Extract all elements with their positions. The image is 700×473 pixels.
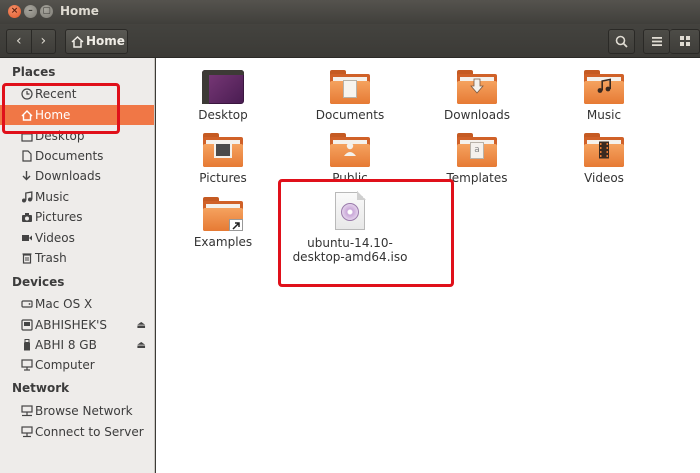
sidebar-item-label: Trash bbox=[35, 251, 67, 265]
public-folder-icon bbox=[330, 133, 370, 167]
toolbar: ‹ › Home bbox=[0, 24, 700, 58]
file-label: Examples bbox=[193, 235, 253, 249]
file-item-documents[interactable]: Documents bbox=[295, 70, 405, 122]
window-title: Home bbox=[60, 4, 99, 18]
desktop-folder-icon bbox=[202, 70, 244, 104]
file-label: Documents bbox=[315, 108, 385, 122]
sidebar-item-label: Pictures bbox=[35, 210, 83, 224]
maximize-icon[interactable]: ▢ bbox=[40, 5, 53, 18]
home-icon bbox=[71, 35, 84, 48]
sidebar-item-downloads[interactable]: Downloads bbox=[0, 166, 154, 186]
sidebar-item-videos[interactable]: Videos bbox=[0, 228, 154, 248]
grid-view-icon bbox=[679, 36, 690, 46]
usb-icon bbox=[20, 339, 33, 352]
computer-icon bbox=[20, 359, 33, 372]
downloads-folder-icon bbox=[457, 70, 497, 104]
file-label: Desktop bbox=[198, 108, 248, 122]
close-icon[interactable]: × bbox=[8, 5, 21, 18]
sidebar-item-computer[interactable]: Computer bbox=[0, 355, 154, 375]
file-item-videos[interactable]: Videos bbox=[549, 133, 659, 185]
trash-icon bbox=[20, 252, 33, 265]
search-icon bbox=[615, 35, 628, 48]
file-item-desktop[interactable]: Desktop bbox=[168, 70, 278, 122]
file-item-pictures[interactable]: Pictures bbox=[168, 133, 278, 185]
sidebar-item-label: Mac OS X bbox=[35, 297, 93, 311]
list-view-button[interactable] bbox=[643, 29, 670, 54]
title-bar: × – ▢ Home bbox=[0, 0, 700, 24]
music-icon bbox=[20, 191, 33, 204]
file-label: Music bbox=[586, 108, 622, 122]
sidebar-item-music[interactable]: Music bbox=[0, 187, 154, 207]
file-label: Downloads bbox=[444, 108, 510, 122]
eject-icon[interactable]: ⏏ bbox=[137, 340, 146, 351]
sidebar-item-browse-network[interactable]: Browse Network bbox=[0, 401, 154, 421]
back-button[interactable]: ‹ bbox=[7, 30, 31, 53]
examples-folder-icon bbox=[203, 197, 243, 231]
sidebar-item-label: ABHI 8 GB bbox=[35, 338, 97, 352]
file-item-downloads[interactable]: Downloads bbox=[422, 70, 532, 122]
sidebar-item-mac-os-x[interactable]: Mac OS X bbox=[0, 294, 154, 314]
sidebar-item-label: Videos bbox=[35, 231, 75, 245]
navigation-buttons: ‹ › bbox=[6, 29, 56, 54]
drive-icon bbox=[20, 319, 33, 332]
document-icon bbox=[20, 150, 33, 163]
devices-header: Devices bbox=[12, 275, 65, 289]
minimize-icon[interactable]: – bbox=[24, 5, 37, 18]
videos-folder-icon bbox=[584, 133, 624, 167]
pictures-folder-icon bbox=[203, 133, 243, 167]
network-icon bbox=[20, 405, 33, 418]
sidebar-item-abhisheks[interactable]: ABHISHEK'S ⏏ bbox=[0, 315, 154, 335]
path-home-button[interactable]: Home bbox=[65, 29, 128, 54]
documents-folder-icon bbox=[330, 70, 370, 104]
file-item-public[interactable]: Public bbox=[295, 133, 405, 185]
sidebar-item-label: Browse Network bbox=[35, 404, 133, 418]
list-view-icon bbox=[651, 37, 662, 46]
sidebar-item-trash[interactable]: Trash bbox=[0, 248, 154, 268]
eject-icon[interactable]: ⏏ bbox=[137, 320, 146, 331]
file-item-templates[interactable]: a Templates bbox=[422, 133, 532, 185]
file-item-music[interactable]: Music bbox=[549, 70, 659, 122]
video-icon bbox=[20, 232, 33, 245]
places-header: Places bbox=[12, 65, 56, 79]
sidebar-item-label: Computer bbox=[35, 358, 95, 372]
sidebar-item-documents[interactable]: Documents bbox=[0, 146, 154, 166]
sidebar-item-label: Connect to Server bbox=[35, 425, 144, 439]
file-item-examples[interactable]: Examples bbox=[168, 197, 278, 249]
file-label: Pictures bbox=[199, 171, 247, 185]
sidebar-item-label: Documents bbox=[35, 149, 104, 163]
drive-icon bbox=[20, 298, 33, 311]
sidebar-item-connect-to-server[interactable]: Connect to Server bbox=[0, 422, 154, 442]
highlight-box-iso bbox=[278, 179, 454, 287]
forward-button[interactable]: › bbox=[30, 30, 56, 53]
download-icon bbox=[20, 170, 33, 183]
highlight-box-sidebar bbox=[2, 83, 120, 134]
network-header: Network bbox=[12, 381, 70, 395]
sidebar-item-label: ABHISHEK'S bbox=[35, 318, 108, 332]
sidebar-item-label: Downloads bbox=[35, 169, 101, 183]
templates-folder-icon: a bbox=[457, 133, 497, 167]
search-button[interactable] bbox=[608, 29, 635, 54]
sidebar-item-abhi-8gb[interactable]: ABHI 8 GB ⏏ bbox=[0, 335, 154, 355]
music-folder-icon bbox=[584, 70, 624, 104]
path-label: Home bbox=[86, 34, 125, 48]
server-icon bbox=[20, 426, 33, 439]
camera-icon bbox=[20, 211, 33, 224]
sidebar-item-pictures[interactable]: Pictures bbox=[0, 207, 154, 227]
file-label: Videos bbox=[584, 171, 624, 185]
sidebar-item-label: Music bbox=[35, 190, 70, 204]
grid-view-button[interactable] bbox=[670, 29, 700, 54]
